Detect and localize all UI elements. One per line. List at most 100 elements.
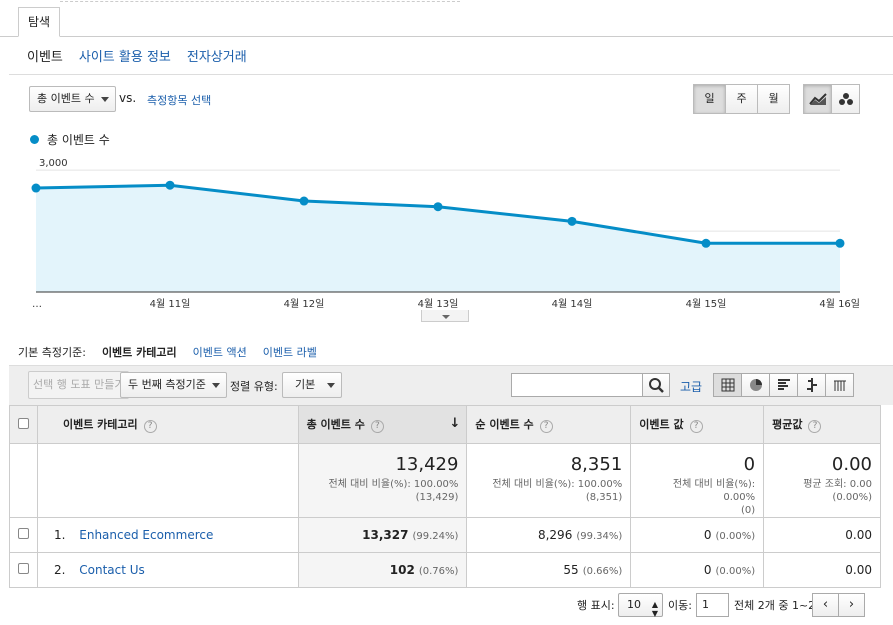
cell-percent: (0.66%) (582, 566, 623, 577)
next-page-button[interactable]: › (838, 593, 865, 617)
search-button[interactable] (642, 373, 670, 397)
col-label: 순 이벤트 수 (475, 418, 534, 431)
data-point[interactable] (701, 238, 711, 248)
row-dimension-link[interactable]: Enhanced Ecommerce (79, 528, 213, 542)
cell-value: 0.00 (845, 528, 872, 542)
motion-chart-button[interactable] (831, 84, 860, 114)
col-total-events[interactable]: 총 이벤트 수? ↓ (297, 405, 468, 444)
report-subtabs: 이벤트 사이트 활용 정보 전자상거래 (27, 46, 247, 65)
row-checkbox[interactable] (17, 563, 29, 574)
tab-explore[interactable]: 탐색 (18, 7, 60, 37)
period-month-button[interactable]: 월 (757, 84, 790, 114)
data-point[interactable] (165, 180, 175, 190)
subtab-ecommerce[interactable]: 전자상거래 (187, 46, 247, 65)
table-search-input[interactable] (511, 373, 643, 397)
advanced-filter-link[interactable]: 고급 (680, 378, 702, 395)
rows-per-page-select[interactable]: 10 ▲ ▼ (618, 593, 663, 618)
help-icon[interactable]: ? (539, 420, 553, 433)
summary-total: (0) (740, 505, 756, 516)
summary-percent: 전체 대비 비율(%): 100.00% (328, 479, 459, 490)
select-metric-link[interactable]: 측정항목 선택 (147, 92, 211, 108)
data-view-button[interactable] (713, 373, 742, 397)
row-checkbox[interactable] (17, 528, 29, 539)
sort-desc-icon: ↓ (449, 416, 461, 431)
data-point[interactable] (31, 183, 41, 193)
create-chart-button[interactable]: 선택 행 도표 만들기 (28, 371, 130, 399)
summary-value: 8,351 (570, 454, 623, 475)
pivot-view-button[interactable] (825, 373, 854, 397)
row-dimension-link[interactable]: Contact Us (79, 563, 145, 577)
help-icon[interactable]: ? (143, 420, 157, 433)
col-event-category[interactable]: 이벤트 카테고리? (36, 405, 299, 444)
help-icon[interactable]: ? (370, 420, 384, 433)
summary-value: 0.00 (831, 454, 872, 475)
help-icon[interactable]: ? (808, 420, 822, 433)
pie-icon (749, 379, 762, 391)
col-unique-events[interactable]: 순 이벤트 수? (466, 405, 632, 444)
prev-page-button[interactable]: ‹ (812, 593, 839, 617)
stepper-icon: ▼ (651, 609, 658, 618)
x-tick-label: 4월 15일 (686, 298, 727, 310)
goto-page-input[interactable]: 1 (696, 593, 729, 617)
sort-type-dropdown[interactable]: 기본 (282, 372, 343, 398)
cell-percent: (0.00%) (715, 566, 756, 577)
primary-dimension-label: 기본 측정기준: (18, 346, 86, 359)
summary-total: (8,351) (585, 492, 623, 503)
table-row: 1. Enhanced Ecommerce 13,327 (99.24%) 8,2… (9, 517, 881, 553)
dimension-event-action[interactable]: 이벤트 액션 (193, 344, 247, 360)
period-week-button[interactable]: 주 (725, 84, 758, 114)
summary-value: 13,429 (395, 454, 459, 475)
bar-list-icon (777, 379, 790, 390)
data-table: 이벤트 카테고리? 총 이벤트 수? ↓ 순 이벤트 수? 이벤트 값? 평균값?… (9, 405, 881, 588)
table-view-toggle (713, 373, 854, 397)
period-day-button[interactable]: 일 (693, 84, 726, 114)
data-point[interactable] (835, 238, 845, 248)
cell-percent: (99.24%) (412, 531, 459, 542)
goto-label: 이동: (668, 599, 692, 612)
help-icon[interactable]: ? (689, 420, 703, 433)
rows-per-page-value: 10 (627, 598, 641, 611)
row-select-cell (9, 517, 38, 553)
cell-percent: (0.00%) (715, 531, 756, 542)
dimension-event-label[interactable]: 이벤트 라벨 (263, 344, 317, 360)
event-value-summary: 0 전체 대비 비율(%): 0.00% (0) (630, 443, 765, 518)
cell-value: 102 (389, 563, 415, 577)
pagination-buttons: ‹ › (812, 593, 865, 617)
chevron-down-icon (211, 383, 220, 388)
rows-per-page-label: 행 표시: (577, 599, 615, 612)
select-all-checkbox[interactable] (17, 417, 29, 429)
percentage-view-button[interactable] (741, 373, 770, 397)
line-chart-button[interactable] (803, 84, 832, 114)
chart-type-toggle (803, 84, 860, 114)
chevron-down-icon (100, 97, 109, 102)
chart-collapse-handle[interactable] (421, 310, 469, 322)
col-event-value[interactable]: 이벤트 값? (630, 405, 765, 444)
subtab-site-usage[interactable]: 사이트 활용 정보 (79, 46, 171, 65)
data-point[interactable] (299, 196, 309, 206)
row-select-cell (9, 552, 38, 588)
row-event-value: 0 (0.00%) (630, 552, 765, 588)
row-index: 2. (53, 563, 66, 577)
data-point[interactable] (567, 216, 577, 226)
row-avg-value: 0.00 (763, 517, 881, 553)
comparison-view-button[interactable] (797, 373, 826, 397)
cell-percent: (0.76%) (418, 566, 459, 577)
row-unique-events: 8,296 (99.34%) (466, 517, 632, 553)
total-events-summary: 13,429 전체 대비 비율(%): 100.00% (13,429) (297, 443, 468, 518)
col-avg-value[interactable]: 평균값? (763, 405, 881, 444)
row-dimension-cell: 1. Enhanced Ecommerce (36, 517, 299, 553)
col-label: 총 이벤트 수 (306, 418, 365, 431)
performance-view-button[interactable] (769, 373, 798, 397)
secondary-dimension-dropdown[interactable]: 두 번째 측정기준 (120, 372, 227, 398)
totals-blank (9, 443, 38, 518)
series-area (36, 185, 840, 292)
cell-value: 0 (703, 528, 712, 542)
metric-dropdown[interactable]: 총 이벤트 수 (29, 86, 116, 112)
subtab-events[interactable]: 이벤트 (27, 46, 63, 65)
row-unique-events: 55 (0.66%) (466, 552, 632, 588)
data-point[interactable] (433, 202, 443, 212)
row-total-events: 102 (0.76%) (297, 552, 468, 588)
dimension-event-category[interactable]: 이벤트 카테고리 (102, 344, 177, 360)
unique-events-summary: 8,351 전체 대비 비율(%): 100.00% (8,351) (466, 443, 632, 518)
avg-value-summary: 0.00 평균 조회: 0.00 (0.00%) (763, 443, 881, 518)
